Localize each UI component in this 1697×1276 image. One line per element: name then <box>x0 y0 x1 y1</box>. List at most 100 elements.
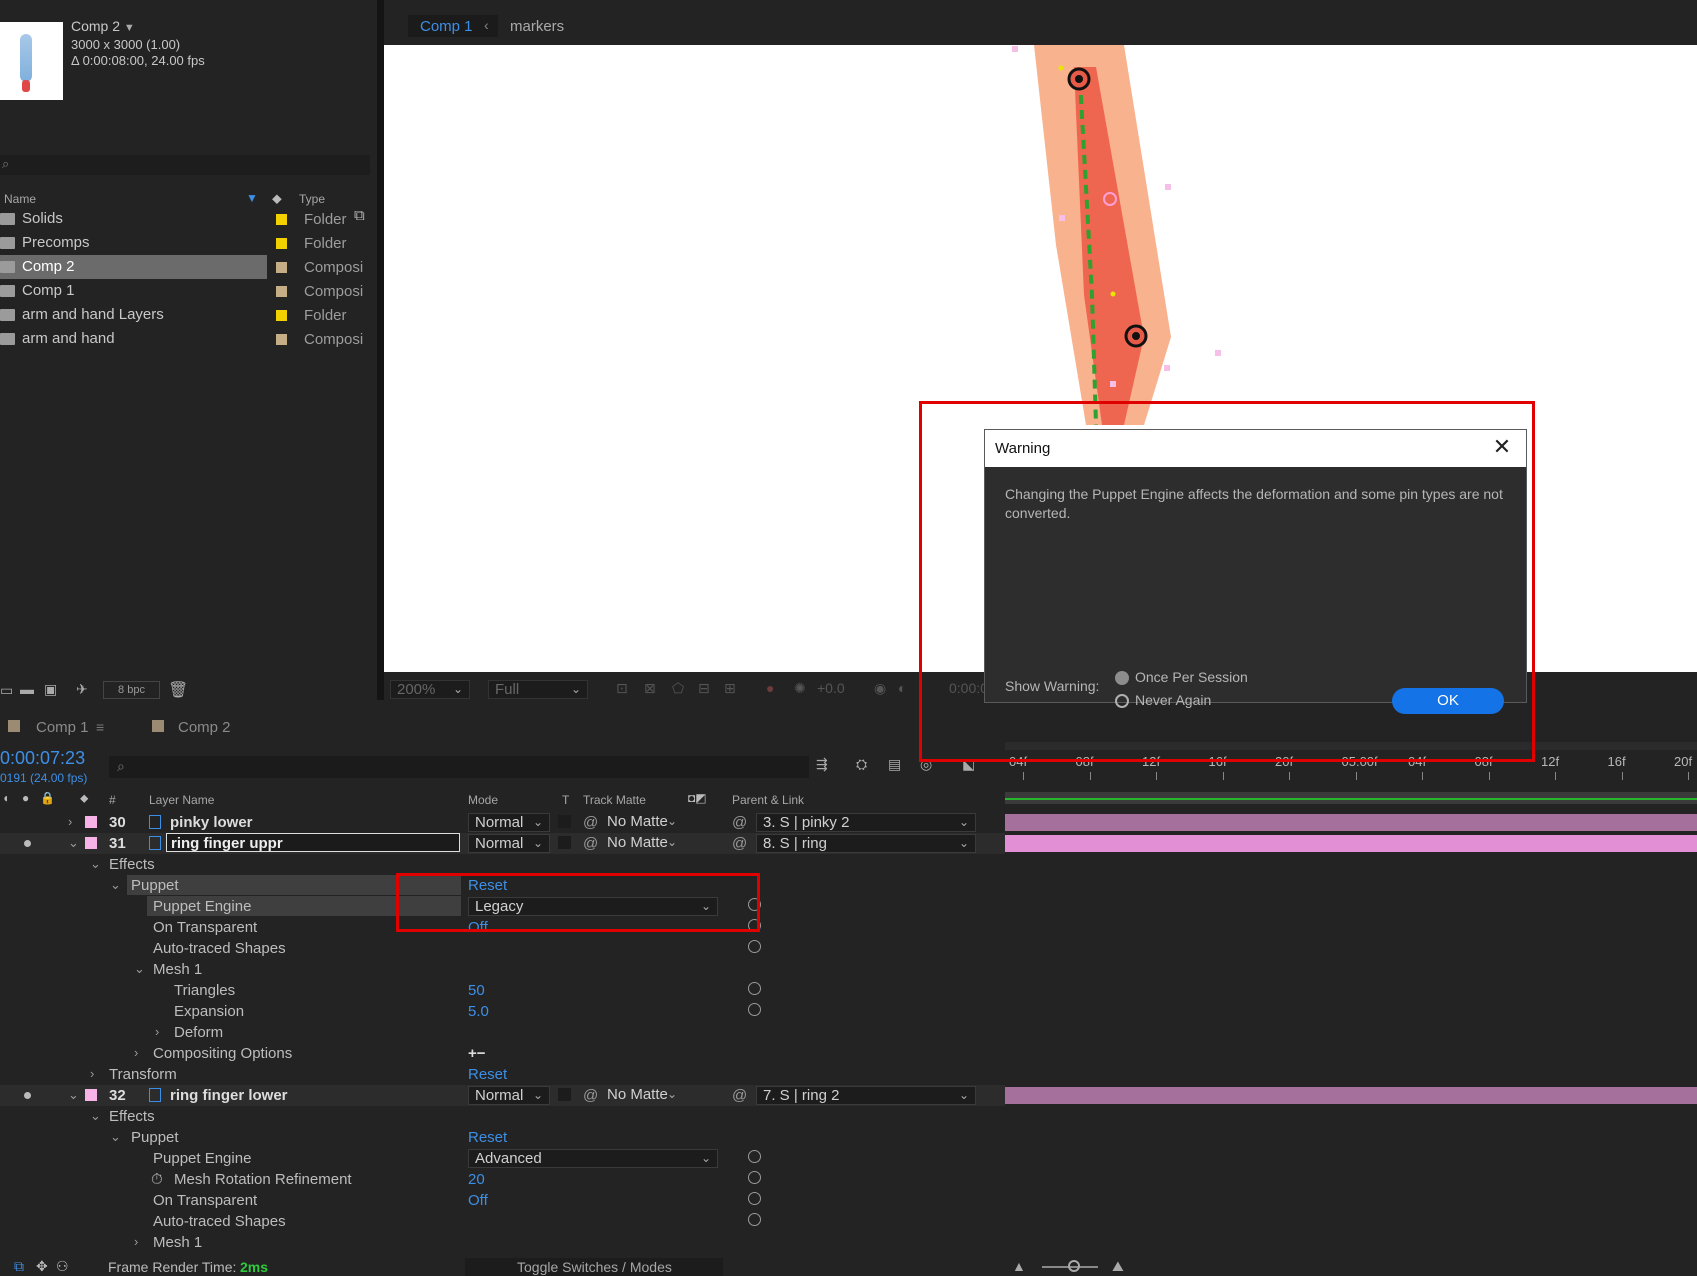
transfer-controls-icon[interactable]: ✥ <box>36 1258 48 1275</box>
guides-icon[interactable]: ⊟ <box>698 680 710 697</box>
layer-search-input[interactable]: ⌕ <box>109 756 809 778</box>
property-on-transparent[interactable]: On Transparent Off <box>0 917 1005 938</box>
interpret-footage-icon[interactable]: ▭ <box>0 682 13 699</box>
expression-spiral-icon[interactable] <box>748 1192 761 1205</box>
zoom-slider-handle[interactable] <box>1068 1260 1080 1272</box>
pickwhip-icon[interactable]: @ <box>583 1087 598 1104</box>
project-item[interactable]: Solids Folder <box>0 207 370 231</box>
expand-chevron-icon[interactable]: › <box>155 1024 159 1039</box>
project-item[interactable]: Comp 2 Composi <box>0 255 370 279</box>
work-area-bar[interactable] <box>1005 742 1697 750</box>
puppet-reset-link[interactable]: Reset <box>468 877 507 894</box>
preserve-transparency-toggle[interactable] <box>558 836 571 849</box>
effect-puppet[interactable]: ⌄ Puppet Reset <box>0 1127 1005 1148</box>
expression-spiral-icon[interactable] <box>748 982 761 995</box>
column-layer-name[interactable]: Layer Name <box>149 793 214 807</box>
property-deform[interactable]: › Deform <box>0 1022 1005 1043</box>
snapshot-icon[interactable]: ◉ <box>874 680 886 697</box>
project-item[interactable]: Precomps Folder <box>0 231 370 255</box>
expand-chevron-icon[interactable]: › <box>68 814 72 829</box>
expand-chevron-icon[interactable]: › <box>134 1234 138 1249</box>
color-channels-icon[interactable]: ● <box>766 680 774 696</box>
layer-mode-dropdown[interactable]: Normal ⌄ <box>468 834 550 853</box>
expansion-value[interactable]: 5.0 <box>468 1003 489 1020</box>
collapse-chevron-icon[interactable]: ⌄ <box>110 877 121 893</box>
column-name[interactable]: Name <box>4 192 36 206</box>
pickwhip-icon[interactable]: @ <box>583 814 598 831</box>
region-of-interest-icon[interactable]: ⊡ <box>616 680 628 697</box>
property-auto-traced-shapes[interactable]: Auto-traced Shapes <box>0 938 1005 959</box>
collapse-chevron-icon[interactable]: ⌄ <box>90 856 101 872</box>
project-settings-icon[interactable]: ✈ <box>76 681 88 698</box>
puppet-engine-dropdown[interactable]: Advanced ⌄ <box>468 1149 718 1168</box>
effect-puppet[interactable]: ⌄ Puppet Reset <box>0 875 1005 896</box>
transform-reset-link[interactable]: Reset <box>468 1066 507 1083</box>
property-group-effects[interactable]: ⌄ Effects <box>0 854 1005 875</box>
preserve-transparency-toggle[interactable] <box>558 1088 571 1101</box>
layer-mode-dropdown[interactable]: Normal ⌄ <box>468 813 550 832</box>
comp-name[interactable]: Comp 2 ▼ <box>71 18 135 34</box>
on-transparent-value[interactable]: Off <box>468 919 488 936</box>
column-parent[interactable]: Parent & Link <box>732 793 804 807</box>
layer-label-swatch[interactable] <box>85 816 97 828</box>
panel-menu-icon[interactable]: ≡ <box>96 719 104 735</box>
project-search-input[interactable]: ⌕ <box>0 155 370 175</box>
zoom-in-icon[interactable]: ⛰ <box>1112 1258 1124 1275</box>
resolution-dropdown[interactable]: Full ⌄ <box>488 680 588 699</box>
viewer-timecode[interactable]: 0:00:0 <box>949 680 988 696</box>
layer-name-edit-field[interactable]: ring finger uppr <box>166 833 460 852</box>
composition-mini-flowchart-icon[interactable]: ⇶ <box>816 756 828 773</box>
ok-button[interactable]: OK <box>1392 688 1504 714</box>
puppet-reset-link[interactable]: Reset <box>468 1129 507 1146</box>
layer-label-swatch[interactable] <box>85 1089 97 1101</box>
collapse-chevron-icon[interactable]: ⌄ <box>90 1108 101 1124</box>
flowchart-icon[interactable]: ⧉ <box>354 207 365 224</box>
track-matte-dropdown[interactable]: No Matte ⌄ <box>601 834 683 853</box>
property-group-transform[interactable]: › Transform Reset <box>0 1064 1005 1085</box>
mesh-rotation-value[interactable]: 20 <box>468 1171 485 1188</box>
column-mode[interactable]: Mode <box>468 793 498 807</box>
frame-blending-icon[interactable]: ▤ <box>888 756 901 773</box>
parent-dropdown[interactable]: 3. S | pinky 2 ⌄ <box>756 813 976 832</box>
project-item[interactable]: Comp 1 Composi <box>0 279 370 303</box>
preserve-transparency-toggle[interactable] <box>558 815 571 828</box>
toggle-switches-modes-button[interactable]: Toggle Switches / Modes <box>465 1258 723 1276</box>
timeline-graph-area[interactable] <box>1005 742 1697 1258</box>
property-group-effects[interactable]: ⌄ Effects <box>0 1106 1005 1127</box>
mask-visibility-icon[interactable]: ⬠ <box>672 680 684 697</box>
expression-spiral-icon[interactable] <box>748 898 761 911</box>
property-triangles[interactable]: Triangles 50 <box>0 980 1005 1001</box>
trash-icon[interactable]: 🗑 <box>168 680 188 700</box>
layer-name[interactable]: pinky lower <box>170 814 253 831</box>
new-composition-icon[interactable]: ▣ <box>44 681 57 698</box>
time-ruler[interactable]: 04f 08f 12f 16f 20f 05:00f 04f 08f 12f 16f 20f <box>1005 754 1697 790</box>
visibility-eye-icon[interactable] <box>24 840 31 847</box>
radio-selected-icon[interactable] <box>1115 671 1129 685</box>
expression-spiral-icon[interactable] <box>748 919 761 932</box>
layer-mode-dropdown[interactable]: Normal ⌄ <box>468 1086 550 1105</box>
collapse-chevron-icon[interactable]: ⌄ <box>110 1129 121 1145</box>
label-tag-icon[interactable]: ⬥ <box>80 791 88 806</box>
layer-row[interactable]: ⌄ 32 ring finger lower Normal ⌄ @ No Matt… <box>0 1085 1005 1106</box>
expand-chevron-icon[interactable]: › <box>90 1066 94 1081</box>
parent-pickwhip-icon[interactable]: @ <box>732 835 747 852</box>
parent-pickwhip-icon[interactable]: @ <box>732 814 747 831</box>
collapse-chevron-icon[interactable]: ⌄ <box>134 961 145 977</box>
3d-view-icon[interactable]: ⊞ <box>724 680 736 697</box>
expression-spiral-icon[interactable] <box>748 940 761 953</box>
exposure-value[interactable]: +0.0 <box>817 680 845 696</box>
exposure-icon[interactable]: ✺ <box>794 680 806 697</box>
layer-bar-32[interactable] <box>1005 1087 1697 1104</box>
stopwatch-icon[interactable]: ⏱ <box>151 1171 163 1188</box>
label-color-swatch[interactable] <box>276 214 287 225</box>
property-mesh-rotation-refinement[interactable]: ⏱ Mesh Rotation Refinement 20 <box>0 1169 1005 1190</box>
expression-spiral-icon[interactable] <box>748 1150 761 1163</box>
lock-icon[interactable]: 🔒 <box>40 791 55 805</box>
property-puppet-engine[interactable]: Puppet Engine Legacy ⌄ <box>0 896 1005 917</box>
layer-bar-31[interactable] <box>1005 835 1697 852</box>
triangles-value[interactable]: 50 <box>468 982 485 999</box>
parent-dropdown[interactable]: 8. S | ring ⌄ <box>756 834 976 853</box>
layer-row[interactable]: › 30 pinky lower Normal ⌄ @ No Matte ⌄ @ 3… <box>0 812 1005 833</box>
breadcrumb-markers[interactable]: markers <box>510 18 564 35</box>
layer-switches-icon[interactable]: ⧉ <box>14 1258 24 1275</box>
